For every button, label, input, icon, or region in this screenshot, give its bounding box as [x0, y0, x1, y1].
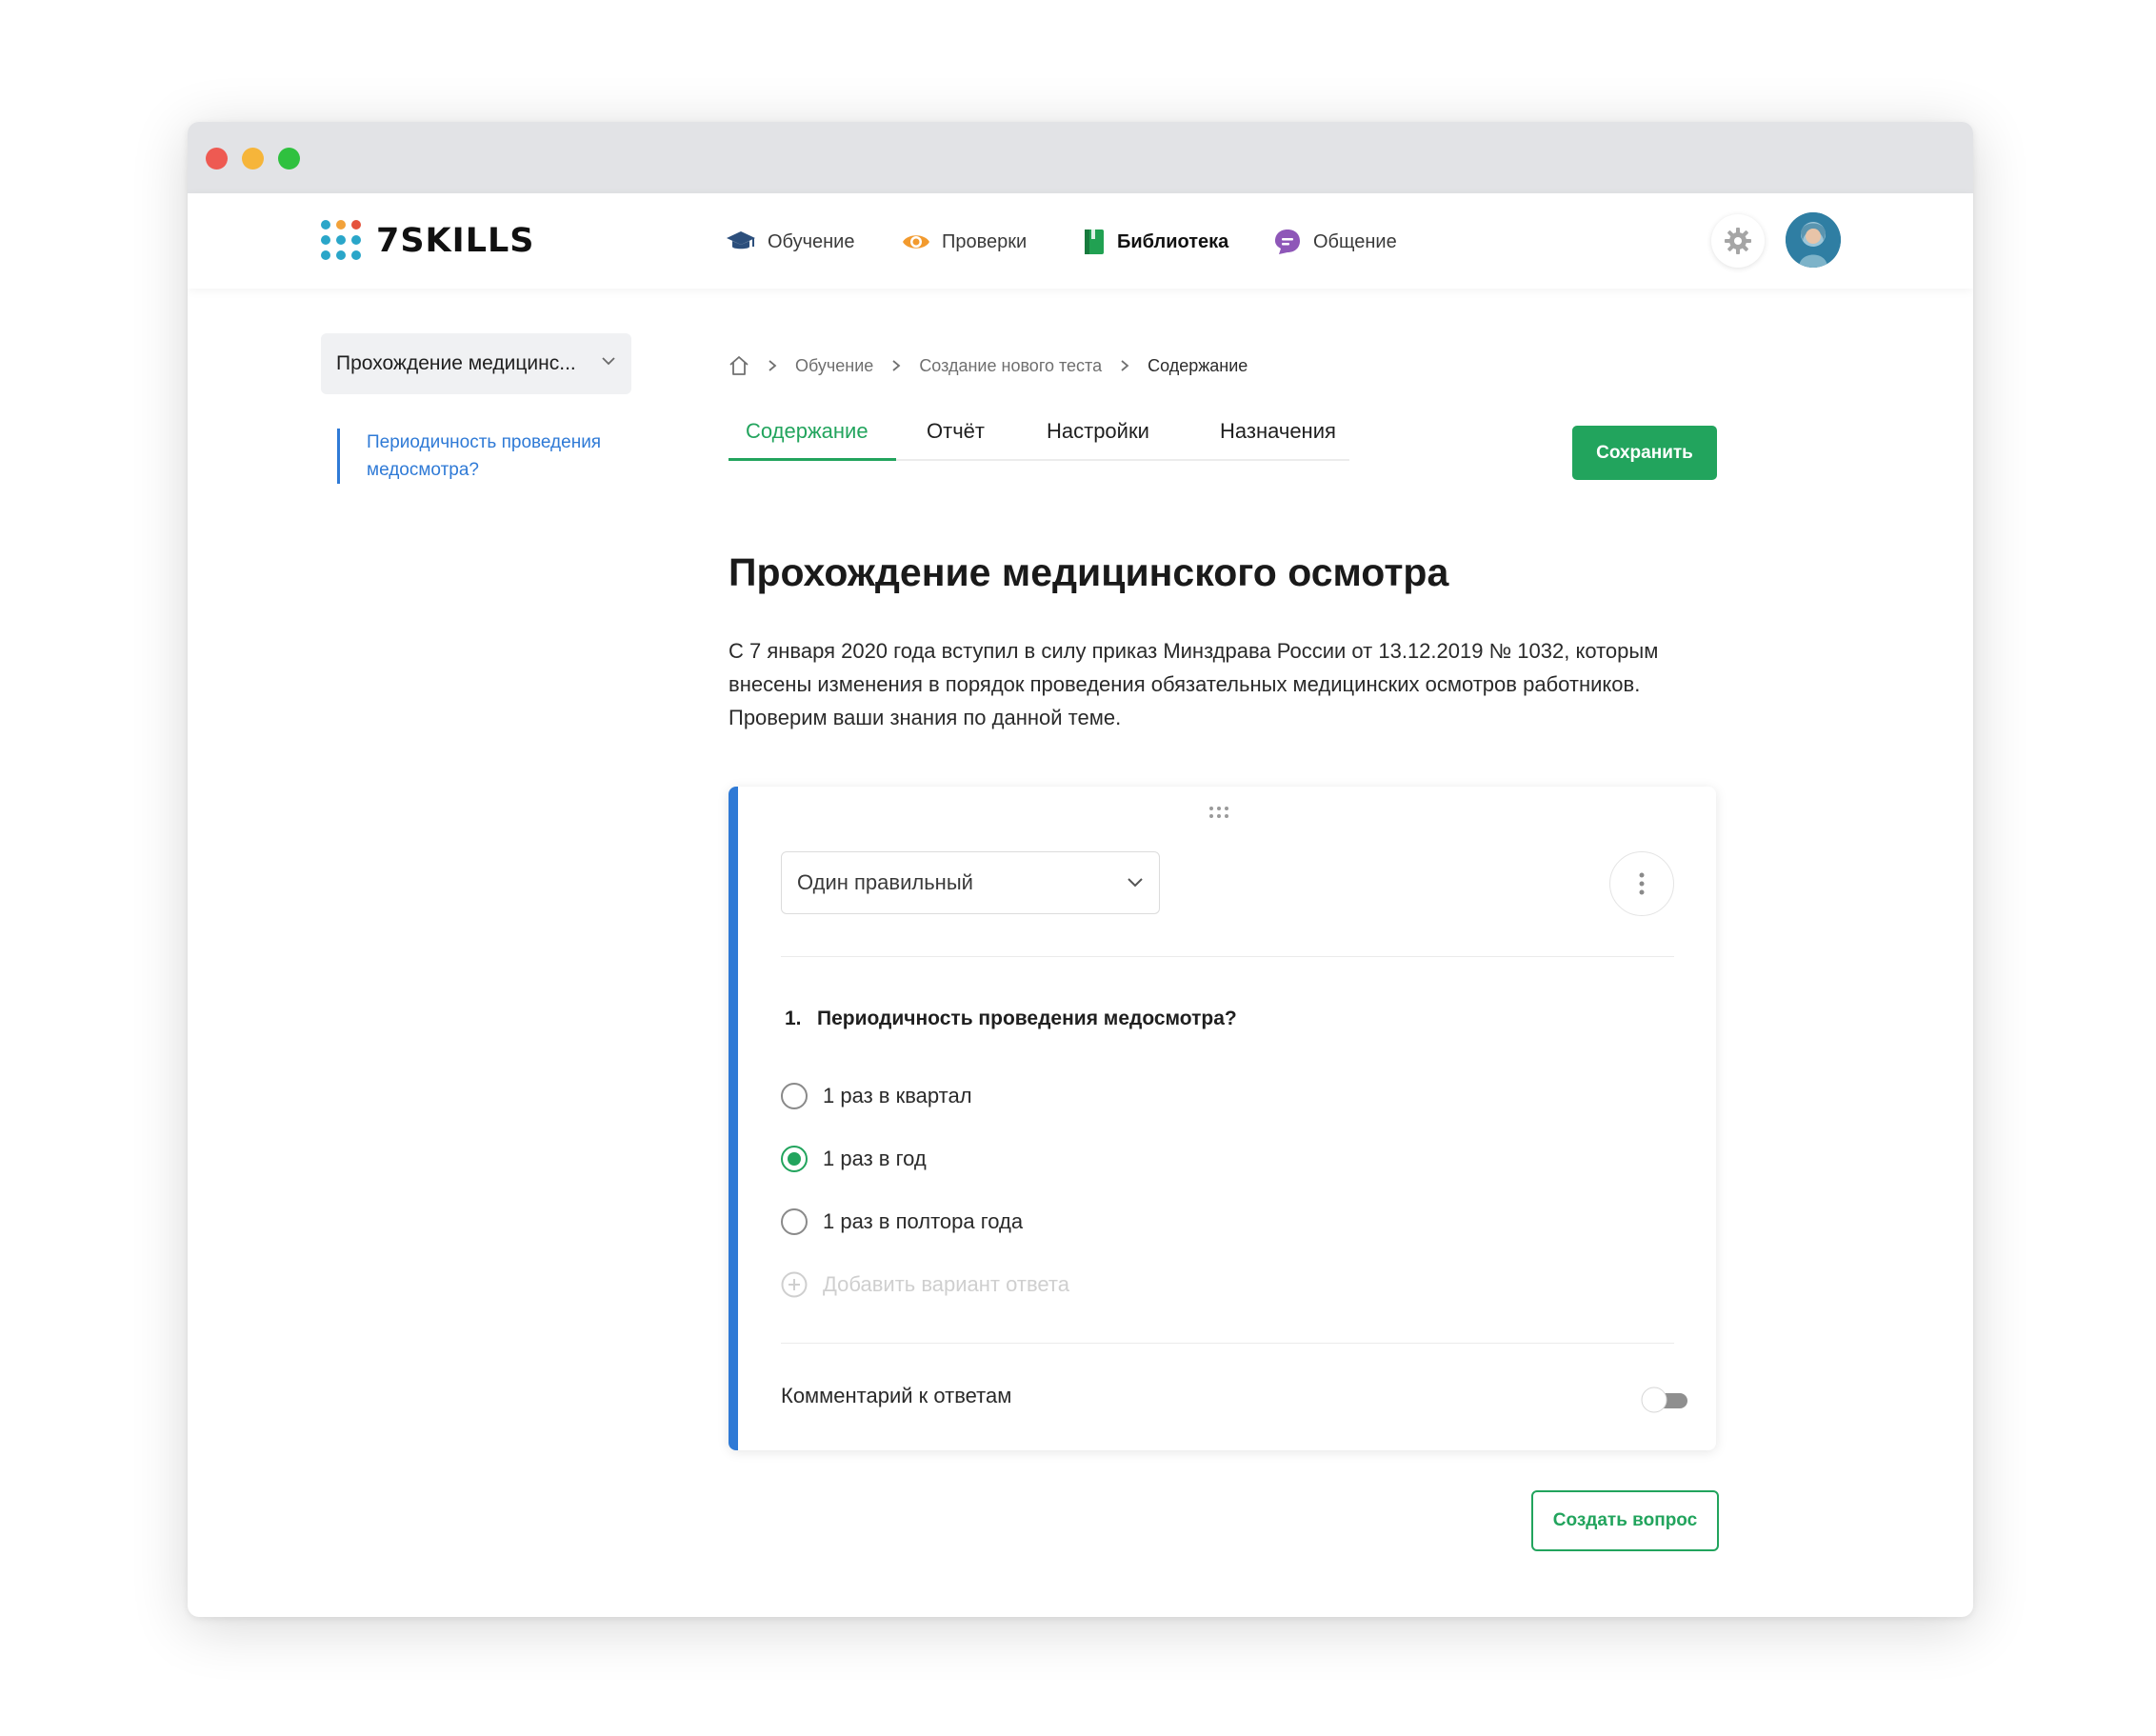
chat-icon [1275, 229, 1300, 254]
drag-handle-icon[interactable] [1208, 806, 1233, 819]
tab-bar: Содержание Отчёт Настройки Назначения [729, 408, 1349, 461]
question-card: Один правильный 1. Периодичность проведе… [729, 787, 1716, 1450]
nav-item-learning[interactable]: Обучение [726, 228, 854, 256]
test-select-value: Прохождение медицинс... [336, 352, 576, 374]
chevron-right-icon [768, 359, 777, 372]
radio-button[interactable] [781, 1083, 808, 1109]
nav-item-label: Библиотека [1117, 230, 1229, 252]
user-avatar[interactable] [1786, 212, 1841, 268]
comment-toggle[interactable] [1638, 1384, 1691, 1421]
breadcrumb: Обучение Создание нового теста Содержани… [729, 353, 1248, 378]
tab-label: Настройки [1047, 419, 1149, 443]
active-tab-indicator [729, 458, 896, 461]
answer-option-label[interactable]: 1 раз в квартал [823, 1084, 972, 1108]
chevron-right-icon [891, 359, 901, 372]
gear-icon [1725, 228, 1751, 254]
tab-settings[interactable]: Настройки [1047, 408, 1149, 461]
top-navigation: 7SKILLS Обучение Проверки Библиотека Общ… [188, 193, 1973, 289]
settings-button[interactable] [1711, 214, 1765, 268]
brand-logo[interactable]: 7SKILLS [321, 219, 535, 263]
tab-report[interactable]: Отчёт [927, 408, 985, 461]
brand-name: 7SKILLS [376, 222, 535, 260]
save-button[interactable]: Сохранить [1572, 426, 1717, 480]
answer-option-label[interactable]: 1 раз в год [823, 1147, 927, 1171]
user-photo-icon [1786, 212, 1841, 268]
page-description: С 7 января 2020 года вступил в силу прик… [729, 639, 1659, 729]
nav-item-checks[interactable]: Проверки [902, 228, 1027, 256]
radio-button[interactable] [781, 1208, 808, 1235]
answer-option[interactable]: 1 раз в квартал [781, 1082, 972, 1110]
minimize-window-button[interactable] [242, 148, 264, 170]
page-title: Прохождение медицинского осмотра [729, 550, 1449, 594]
tab-content[interactable]: Содержание [746, 408, 868, 461]
chevron-down-icon [602, 357, 615, 366]
plus-circle-icon [781, 1271, 808, 1298]
tab-label: Содержание [746, 419, 868, 443]
logo-dots-icon [321, 220, 363, 262]
divider [781, 956, 1674, 957]
nav-item-label: Общение [1313, 230, 1397, 252]
chevron-down-icon [1128, 878, 1143, 888]
browser-window: 7SKILLS Обучение Проверки Библиотека Общ… [188, 122, 1973, 1617]
add-option-row[interactable]: Добавить вариант ответа [781, 1270, 1069, 1299]
breadcrumb-item-create-test[interactable]: Создание нового теста [919, 356, 1102, 376]
close-window-button[interactable] [206, 148, 228, 170]
create-question-button[interactable]: Создать вопрос [1531, 1490, 1719, 1551]
comment-label: Комментарий к ответам [781, 1384, 1012, 1407]
home-icon[interactable] [729, 355, 749, 376]
breadcrumb-current: Содержание [1148, 355, 1248, 375]
answer-option-label[interactable]: 1 раз в полтора года [823, 1209, 1023, 1234]
toggle-switch-icon [1641, 1387, 1687, 1413]
nav-item-library[interactable]: Библиотека [1083, 228, 1228, 256]
test-select-dropdown[interactable]: Прохождение медицинс... [321, 333, 631, 394]
window-titlebar [188, 122, 1973, 193]
tab-assignments[interactable]: Назначения [1220, 408, 1336, 461]
maximize-window-button[interactable] [278, 148, 300, 170]
answer-option[interactable]: 1 раз в год [781, 1145, 927, 1173]
question-more-button[interactable] [1609, 851, 1674, 916]
question-type-select[interactable]: Один правильный [781, 851, 1160, 914]
eye-icon [903, 235, 929, 249]
radio-button-checked[interactable] [781, 1146, 808, 1172]
add-option-placeholder: Добавить вариант ответа [823, 1272, 1069, 1296]
chevron-right-icon [1120, 359, 1129, 372]
answer-option[interactable]: 1 раз в полтора года [781, 1207, 1023, 1236]
tab-label: Назначения [1220, 419, 1336, 443]
nav-item-label: Обучение [768, 230, 855, 252]
question-text[interactable]: Периодичность проведения медосмотра? [817, 1008, 1237, 1030]
tab-label: Отчёт [927, 419, 985, 443]
question-type-value: Один правильный [797, 870, 973, 894]
divider [781, 1343, 1674, 1344]
sidebar-item-question-1[interactable]: Периодичность проведения медосмотра? [337, 429, 632, 484]
nav-item-label: Проверки [942, 230, 1028, 252]
book-icon [1085, 229, 1104, 254]
graduation-cap-icon [727, 231, 755, 249]
nav-item-communication[interactable]: Общение [1273, 228, 1397, 256]
breadcrumb-item-learning[interactable]: Обучение [795, 356, 873, 376]
sidebar-item-label: Периодичность проведения медосмотра? [367, 432, 602, 480]
question-number: 1. [785, 1008, 802, 1029]
question-card-accent [729, 787, 738, 1450]
more-vertical-icon [1639, 872, 1645, 895]
